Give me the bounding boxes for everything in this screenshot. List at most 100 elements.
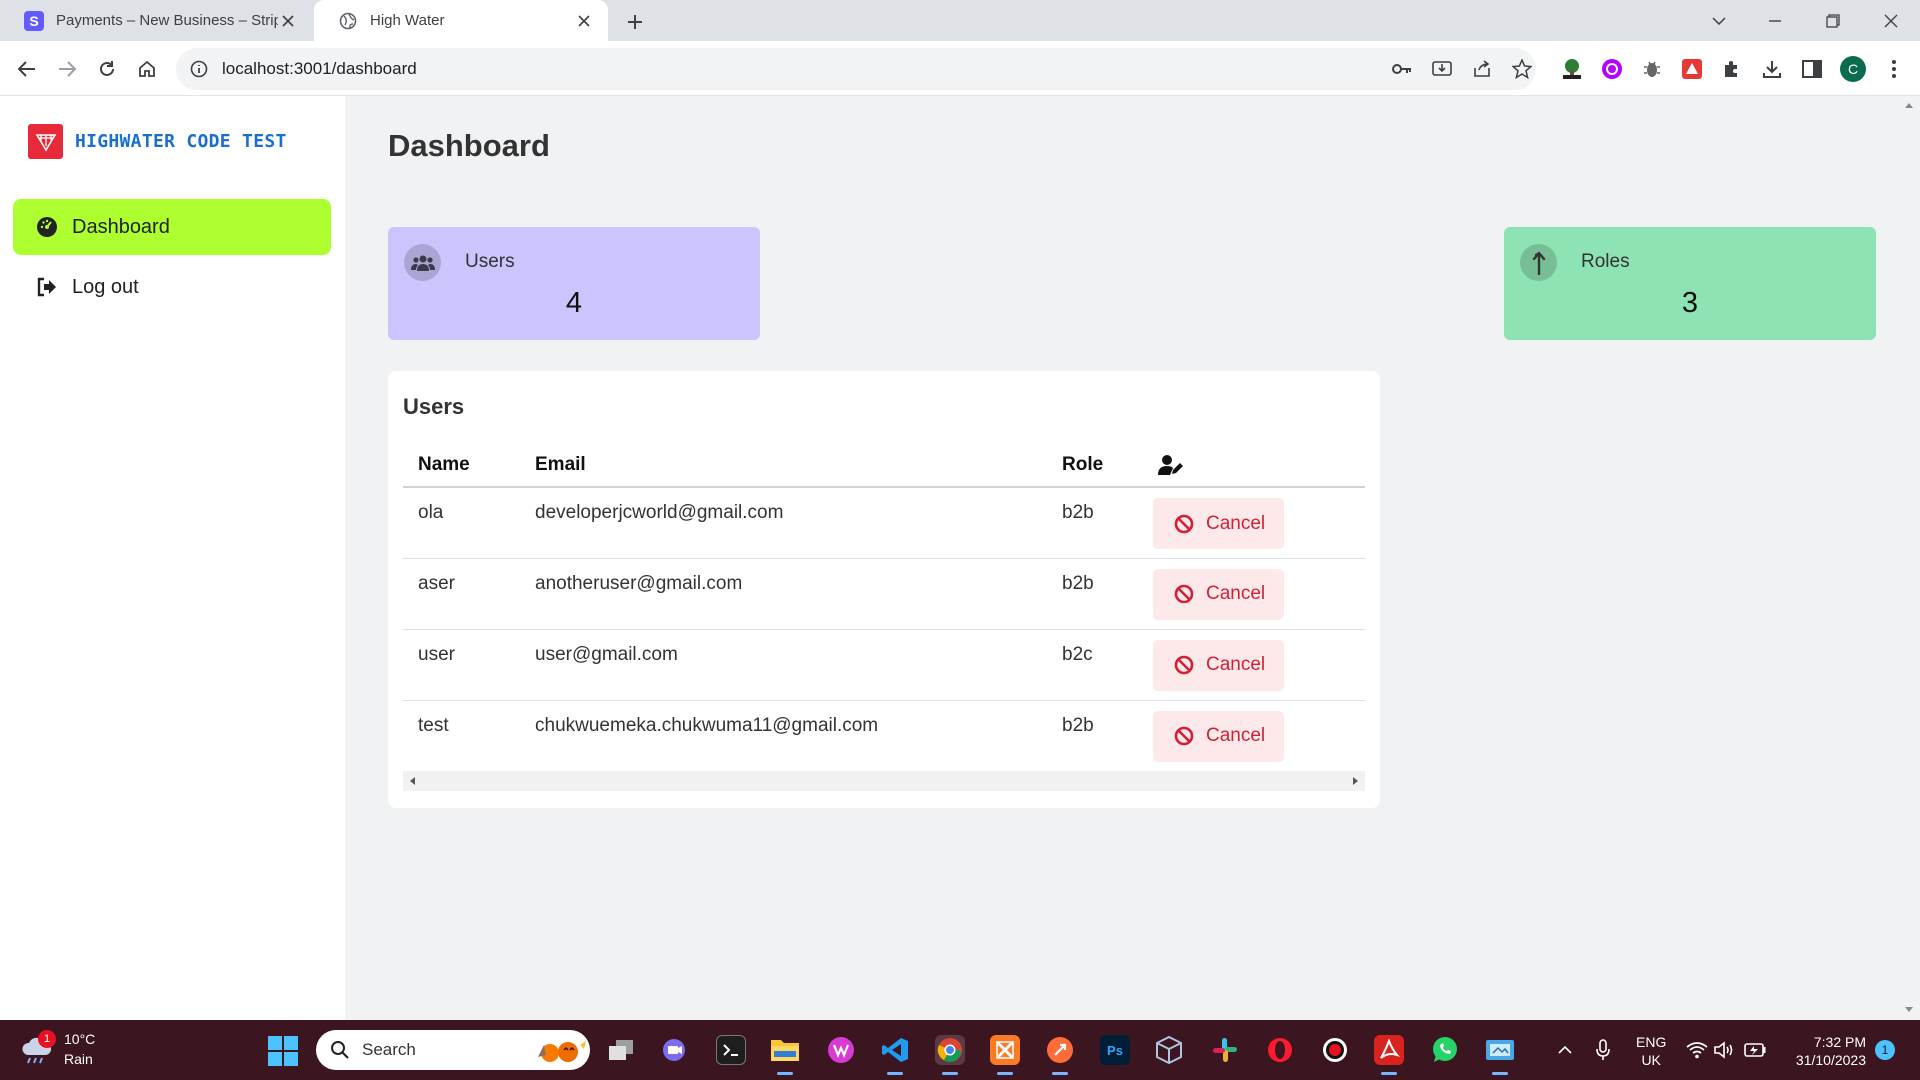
opera-icon[interactable] [1265,1035,1295,1065]
notification-badge[interactable]: 1 [1875,1040,1895,1060]
browser-menu-icon[interactable] [1882,57,1906,81]
user-action-cell: Cancel [1143,487,1365,559]
column-header-name[interactable]: Name [403,444,520,488]
browser-toolbar: localhost:3001/dashboard C [0,41,1920,96]
bug-extension-icon[interactable] [1640,57,1664,81]
windows-start-icon[interactable] [268,1036,298,1066]
taskbar-clock[interactable]: 7:32 PM 31/10/2023 [1786,1033,1866,1069]
chat-camera-icon[interactable] [661,1035,691,1065]
volume-icon[interactable] [1710,1035,1740,1065]
xampp-icon[interactable] [990,1035,1020,1075]
user-action-cell: Cancel [1143,629,1365,701]
page-scroll-down-arrow-icon[interactable] [1903,1003,1915,1015]
sidebar-item-log-out[interactable]: Log out [13,259,331,315]
extensions-puzzle-icon[interactable] [1720,57,1744,81]
browser-tab-high-water[interactable]: High Water [314,0,608,41]
wps-office-icon[interactable] [826,1035,856,1065]
scroll-left-arrow-icon[interactable] [408,776,418,786]
terminal-icon[interactable] [716,1035,746,1065]
microphone-icon[interactable] [1588,1035,1618,1065]
tab-title: High Water [370,12,445,29]
cancel-button[interactable]: Cancel [1153,710,1284,762]
site-info-icon[interactable] [190,60,208,78]
whatsapp-icon[interactable] [1430,1035,1460,1065]
slack-icon[interactable] [1210,1035,1240,1065]
table-horizontal-scrollbar[interactable] [403,771,1365,791]
virtualbox-icon[interactable] [1154,1035,1184,1065]
battery-icon[interactable] [1740,1035,1770,1065]
page-scroll-up-arrow-icon[interactable] [1903,100,1915,112]
user-email-cell: anotheruser@gmail.com [520,558,1047,630]
logout-icon [36,276,58,298]
column-header-email[interactable]: Email [520,444,1047,488]
tray-overflow-chevron-icon[interactable] [1550,1035,1580,1065]
reload-icon[interactable] [93,55,121,83]
password-key-icon[interactable] [1390,57,1414,81]
new-tab-plus-icon[interactable] [622,9,648,35]
photoshop-icon[interactable]: Ps [1100,1035,1130,1065]
red-extension-icon[interactable] [1680,57,1704,81]
chrome-icon[interactable] [935,1035,965,1075]
browser-tab-stripe[interactable]: S Payments – New Business – Strip [0,0,312,41]
roles-stat-card[interactable]: Roles 3 [1504,227,1876,340]
minimize-icon[interactable] [1748,0,1802,41]
sidebar-item-label: Log out [72,275,139,298]
user-action-cell: Cancel [1143,558,1365,630]
html-tree-extension-icon[interactable] [1560,57,1584,81]
tab-close-icon[interactable] [278,11,298,31]
wifi-icon[interactable] [1682,1035,1712,1065]
sidebar: HIGHWATER CODE TEST Dashboard Log out [0,96,345,1020]
scroll-right-arrow-icon[interactable] [1350,776,1360,786]
taskbar-search-box[interactable]: Search [316,1030,590,1070]
tab-search-chevron-icon[interactable] [1692,0,1746,41]
user-name-cell: ola [403,487,520,559]
side-panel-icon[interactable] [1800,57,1824,81]
user-email-cell: developerjcworld@gmail.com [520,487,1047,559]
cancel-button-label: Cancel [1206,654,1266,675]
user-email-cell: chukwuemeka.chukwuma11@gmail.com [520,700,1047,772]
weather-temperature: 10°C [64,1031,96,1047]
file-explorer-icon[interactable] [770,1035,800,1075]
column-header-role[interactable]: Role [1047,444,1143,488]
cancel-button[interactable]: Cancel [1153,639,1284,691]
purple-extension-icon[interactable] [1600,57,1624,81]
input-language-indicator[interactable]: ENG UK [1636,1033,1666,1069]
install-app-icon[interactable] [1430,57,1454,81]
address-bar[interactable]: localhost:3001/dashboard [176,48,1536,90]
brand-name: HIGHWATER CODE TEST [75,131,287,152]
home-icon[interactable] [133,55,161,83]
cancel-button[interactable]: Cancel [1153,498,1284,549]
weather-alert-badge: 1 [38,1030,56,1048]
ban-icon [1174,514,1194,534]
back-arrow-icon[interactable] [13,55,41,83]
postman-icon[interactable] [1045,1035,1075,1075]
tab-close-icon[interactable] [574,11,594,31]
brand[interactable]: HIGHWATER CODE TEST [28,124,287,159]
users-icon [404,244,441,281]
stripe-favicon-icon: S [24,10,44,31]
downloads-icon[interactable] [1760,57,1784,81]
sidebar-item-dashboard[interactable]: Dashboard [13,199,331,255]
clock-date: 31/10/2023 [1795,1052,1866,1068]
cancel-button[interactable]: Cancel [1153,568,1284,620]
user-role-cell: b2b [1047,558,1143,630]
snipping-tool-icon[interactable] [1485,1035,1515,1075]
ban-icon [1174,584,1194,604]
halloween-pumpkins-icon [538,1041,586,1062]
forward-arrow-icon[interactable] [53,55,81,83]
language-region: UK [1641,1052,1661,1068]
roles-stat-label: Roles [1581,251,1630,272]
users-stat-card[interactable]: Users 4 [388,227,760,340]
close-window-icon[interactable] [1864,0,1918,41]
profile-avatar[interactable]: C [1840,56,1866,82]
screen-recorder-icon[interactable] [1320,1035,1350,1065]
share-icon[interactable] [1470,57,1494,81]
vscode-icon[interactable] [880,1035,910,1075]
scrollbar-thumb[interactable] [421,774,1347,788]
weather-widget[interactable]: 1 10°C Rain [20,1029,140,1073]
restore-icon[interactable] [1806,0,1860,41]
adobe-acrobat-icon[interactable] [1374,1035,1404,1075]
task-view-icon[interactable] [606,1035,636,1065]
bookmark-star-icon[interactable] [1510,57,1534,81]
url-text[interactable]: localhost:3001/dashboard [222,59,417,79]
